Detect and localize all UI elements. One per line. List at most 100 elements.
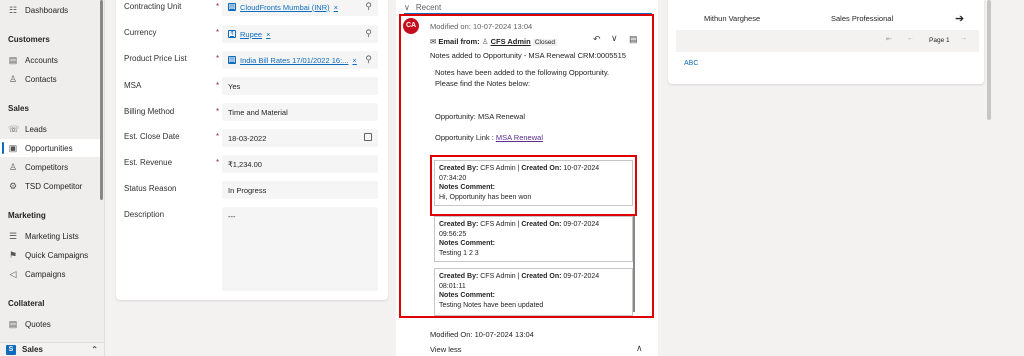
search-icon[interactable]: ⚲ [365,54,372,65]
sidebar-item-label: Quotes [25,319,51,329]
price-list-icon: ▤ [228,56,236,64]
price-list-lookup[interactable]: ▤ India Bill Rates 17/01/2022 16:... × ⚲ [222,51,378,69]
field-label-description: Description [124,210,165,219]
revenue-field[interactable]: ₹1,234.00 [222,155,378,173]
puzzle-icon: ⚙ [8,181,18,191]
clear-icon[interactable]: × [266,30,270,39]
calendar-icon[interactable] [364,133,372,141]
lookup-tag[interactable]: ▤ CloudFronts Mumbai (INR) × [228,3,338,12]
campaign-icon: ⚑ [8,250,18,260]
lookup-value: India Bill Rates 17/01/2022 16:... [240,55,349,65]
chevron-down-icon: ∨ [404,3,410,12]
opportunity-icon: ▣ [8,143,18,153]
arrow-right-icon[interactable]: ➔ [955,12,964,25]
required-marker: * [216,81,220,90]
sidebar-item-label: Campaigns [25,269,66,279]
field-label-msa: MSA [124,81,142,90]
page-scrollbar[interactable] [987,0,991,120]
lookup-tag[interactable]: ▤ India Bill Rates 17/01/2022 16:... × [228,56,357,65]
opportunity-form-card: Contracting Unit * ▤ CloudFronts Mumbai … [116,0,388,300]
phone-icon: ☏ [8,124,20,134]
sidebar-item-contacts[interactable]: ♙ Contacts [0,70,100,88]
field-label-contracting-unit: Contracting Unit [124,2,182,11]
search-icon[interactable]: ⚲ [365,28,372,39]
sidebar-item-quotes[interactable]: ▤ Quotes [0,315,100,333]
close-date-field[interactable]: 18-03-2022 [222,129,378,147]
sidebar-item-label: Dashboards [25,5,69,15]
sitemap-sidebar: ☷ Dashboards Customers ▤ Accounts ♙ Cont… [0,0,105,356]
recent-label: Recent [415,3,442,12]
field-label-currency: Currency [124,28,157,37]
close-date-value: 18-03-2022 [228,133,267,143]
area-label: Sales [22,345,43,354]
nav-group-collateral: Collateral [8,299,45,308]
person-icon: ♙ [8,74,18,84]
currency-icon: ₹ [228,30,236,38]
sidebar-item-label: Leads [25,124,47,134]
description-field[interactable]: --- [222,207,378,291]
msa-field[interactable]: Yes [222,77,378,95]
required-marker: * [216,158,220,167]
required-marker: * [216,54,220,63]
contracting-unit-lookup[interactable]: ▤ CloudFronts Mumbai (INR) × ⚲ [222,0,378,16]
billing-method-field[interactable]: Time and Material [222,103,378,121]
chevron-up-icon[interactable]: ∧ [636,343,643,354]
sidebar-item-leads[interactable]: ☏ Leads [0,120,100,138]
sidebar-item-tsd-competitor[interactable]: ⚙ TSD Competitor [0,177,100,195]
field-label-price-list: Product Price List [124,54,187,63]
megaphone-icon: ◁ [9,269,17,279]
nav-group-customers: Customers [8,35,50,44]
required-marker: * [216,28,220,37]
sidebar-item-label: Contacts [25,74,57,84]
sidebar-item-competitors[interactable]: ♙ Competitors [0,158,100,176]
sidebar-item-opportunities[interactable]: ▣ Opportunities [0,139,100,157]
sidebar-scrollbar[interactable] [100,0,103,200]
sidebar-item-campaigns[interactable]: ◁ Campaigns [0,265,100,283]
nav-group-marketing: Marketing [8,211,46,220]
sidebar-item-label: Competitors [25,162,69,172]
building-icon: ▤ [8,55,18,65]
recent-section-header[interactable]: ∨ Recent [404,2,652,14]
first-page-icon[interactable]: ⇤ [886,35,892,43]
grid-cell-name[interactable]: Mithun Varghese [704,14,760,23]
sidebar-item-quick-campaigns[interactable]: ⚑ Quick Campaigns [0,246,100,264]
sidebar-item-label: Marketing Lists [25,231,79,241]
footer-modified-text: Modified On: 10-07-2024 13:04 [430,330,534,339]
lookup-record-icon: ▤ [228,3,236,11]
field-label-close-date: Est. Close Date [124,132,180,141]
field-label-status-reason: Status Reason [124,184,177,193]
page-label: Page 1 [929,37,950,44]
sidebar-item-label: Opportunities [25,143,73,153]
previous-page-icon[interactable]: ← [907,35,914,42]
area-badge: S [6,344,16,355]
next-page-icon[interactable]: → [960,35,967,42]
clear-icon[interactable]: × [334,3,338,12]
clear-icon[interactable]: × [352,56,356,65]
area-switcher[interactable]: S Sales ⌃ [0,342,104,356]
field-label-billing-method: Billing Method [124,107,175,116]
required-marker: * [216,107,220,116]
sidebar-item-label: Accounts [25,55,58,65]
dashboard-icon: ☷ [8,5,18,15]
highlight-box-email [399,14,654,318]
lookup-value: CloudFronts Mumbai (INR) [240,2,330,12]
view-less-link[interactable]: View less [430,345,462,354]
person-icon: ♙ [8,162,18,172]
sidebar-item-label: Quick Campaigns [25,250,89,260]
lookup-value: Rupee [240,29,263,39]
sidebar-item-marketing-lists[interactable]: ☰ Marketing Lists [0,227,100,245]
nav-group-sales: Sales [8,104,29,113]
sidebar-item-label: TSD Competitor [25,181,83,191]
abc-link[interactable]: ABC [684,60,698,67]
chevron-up-down-icon: ⌃ [91,345,98,354]
lookup-tag[interactable]: ₹ Rupee × [228,30,271,39]
sidebar-item-accounts[interactable]: ▤ Accounts [0,51,100,69]
search-icon[interactable]: ⚲ [365,1,372,12]
currency-lookup[interactable]: ₹ Rupee × ⚲ [222,25,378,43]
status-reason-field[interactable]: In Progress [222,181,378,199]
sidebar-item-dashboards[interactable]: ☷ Dashboards [0,1,100,19]
list-icon: ☰ [8,231,18,241]
document-icon: ▤ [8,319,18,329]
grid-cell-role: Sales Professional [831,14,894,23]
required-marker: * [216,2,220,11]
